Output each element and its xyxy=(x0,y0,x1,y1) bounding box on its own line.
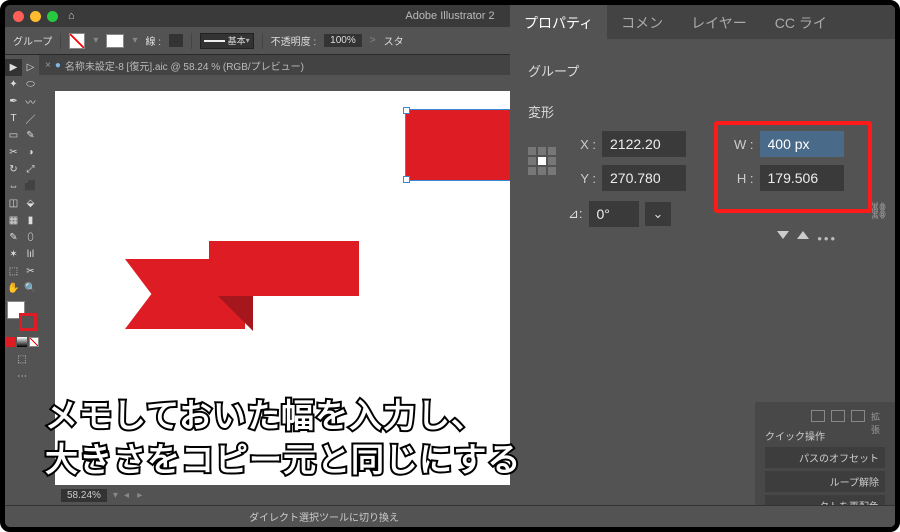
tool-panel: ▶▷ ✦⬭ ✒〰 T／ ▭✎ ✂◑ ↻⤢ ⇔⬛ ◫⬙ ▦▮ ✎⬯ ✶lıl ⬚✂… xyxy=(5,55,39,505)
maximize-window-button[interactable] xyxy=(47,11,58,22)
eyedropper-tool[interactable]: ✎ xyxy=(5,229,22,246)
line-tool[interactable]: ／ xyxy=(22,110,39,127)
status-hint: ダイレクト選択ツールに切り換え xyxy=(249,509,399,524)
pen-tool[interactable]: ✒ xyxy=(5,93,22,110)
magic-wand-tool[interactable]: ✦ xyxy=(5,76,22,93)
zoom-tool[interactable]: 🔍 xyxy=(22,280,39,297)
transform-section: X : W : Y : H : xyxy=(528,131,877,191)
ribbon-shape[interactable] xyxy=(125,241,355,331)
wh-highlight-annotation xyxy=(714,121,872,213)
gradient-tool[interactable]: ▮ xyxy=(22,212,39,229)
y-label: Y : xyxy=(574,171,596,186)
ruler-horizontal xyxy=(55,75,515,91)
scale-tool[interactable]: ⤢ xyxy=(22,161,39,178)
x-label: X : xyxy=(574,137,596,152)
mesh-tool[interactable]: ▦ xyxy=(5,212,22,229)
align-icon-3[interactable] xyxy=(851,410,865,422)
selection-type-label: グループ xyxy=(13,33,52,48)
reference-point-selector[interactable] xyxy=(528,147,556,175)
properties-dock: プロパティ コメン レイヤー CC ライ グループ 変形 X : W : Y :… xyxy=(510,5,895,527)
rotate-dropdown[interactable]: ⌄ xyxy=(645,202,672,226)
artboard-canvas[interactable] xyxy=(55,91,515,485)
stroke-color[interactable] xyxy=(19,313,37,331)
selection-type-heading: グループ xyxy=(528,61,877,80)
free-transform-tool[interactable]: ⬛ xyxy=(22,178,39,195)
screen-mode-button[interactable]: ⬚ xyxy=(14,351,31,368)
ruler-vertical xyxy=(39,75,55,505)
quick-actions-title: クイック操作 xyxy=(765,428,885,443)
expand-label: 拡張 xyxy=(871,410,885,422)
type-tool[interactable]: T xyxy=(5,110,22,127)
stroke-swatch[interactable] xyxy=(106,34,124,48)
tab-properties[interactable]: プロパティ xyxy=(510,5,607,39)
x-position-input[interactable] xyxy=(602,131,686,157)
rotate-tool[interactable]: ↻ xyxy=(5,161,22,178)
width-tool[interactable]: ⇔ xyxy=(5,178,22,195)
canvas-area: 58.24% ▾ ◂ ▸ xyxy=(39,75,515,505)
fill-swatch-none[interactable] xyxy=(69,33,85,49)
quick-action-ungroup[interactable]: ループ解除 xyxy=(765,471,885,492)
shaper-tool[interactable]: ✂ xyxy=(5,144,22,161)
paintbrush-tool[interactable]: ✎ xyxy=(22,127,39,144)
edit-toolbar-button[interactable]: ⋯ xyxy=(14,368,31,385)
status-bar: ダイレクト選択ツールに切り換え xyxy=(5,505,895,527)
shape-builder-tool[interactable]: ◫ xyxy=(5,195,22,212)
flip-horizontal-button[interactable] xyxy=(777,231,789,239)
curvature-tool[interactable]: 〰 xyxy=(22,93,39,110)
transform-heading: 変形 xyxy=(528,102,877,121)
tab-layers[interactable]: レイヤー xyxy=(677,5,761,39)
constrain-proportions-icon[interactable]: ⛓ xyxy=(869,201,889,221)
canvas-footer: 58.24% ▾ ◂ ▸ xyxy=(55,485,515,505)
transform-options-button[interactable]: ••• xyxy=(817,231,837,246)
align-icon[interactable] xyxy=(811,410,825,422)
stroke-label: 線 : xyxy=(145,33,161,48)
lasso-tool[interactable]: ⬭ xyxy=(22,76,39,93)
hand-tool[interactable]: ✋ xyxy=(5,280,22,297)
none-mode-swatch[interactable] xyxy=(29,337,39,347)
column-graph-tool[interactable]: lıl xyxy=(22,246,39,263)
flip-vertical-button[interactable] xyxy=(797,231,809,239)
app-window: ⌂ Adobe Illustrator 2 グループ ▾ ▾ 線 : 基本▾ 不… xyxy=(0,0,900,532)
direct-selection-tool[interactable]: ▷ xyxy=(22,59,39,76)
rotate-input[interactable] xyxy=(589,201,639,227)
rectangle-tool[interactable]: ▭ xyxy=(5,127,22,144)
artboard-tool[interactable]: ⬚ xyxy=(5,263,22,280)
eraser-tool[interactable]: ◑ xyxy=(22,144,39,161)
perspective-tool[interactable]: ⬙ xyxy=(22,195,39,212)
slice-tool[interactable]: ✂ xyxy=(22,263,39,280)
quick-action-offset-path[interactable]: パスのオフセット xyxy=(765,447,885,468)
stroke-weight-field[interactable] xyxy=(169,34,183,47)
selection-tool[interactable]: ▶ xyxy=(5,59,22,76)
opacity-label: 不透明度 : xyxy=(271,33,317,48)
selected-red-rectangle[interactable] xyxy=(405,109,515,181)
blend-tool[interactable]: ⬯ xyxy=(22,229,39,246)
app-title: Adobe Illustrator 2 xyxy=(405,10,494,22)
opacity-value[interactable]: 100% xyxy=(324,34,362,47)
fill-stroke-control[interactable] xyxy=(7,301,37,331)
stroke-profile-dropdown[interactable]: 基本▾ xyxy=(200,33,254,49)
style-label: スタ xyxy=(384,33,404,48)
zoom-level[interactable]: 58.24% xyxy=(61,489,107,502)
minimize-window-button[interactable] xyxy=(30,11,41,22)
align-icon-2[interactable] xyxy=(831,410,845,422)
tab-comments[interactable]: コメン xyxy=(607,5,677,39)
y-position-input[interactable] xyxy=(602,165,686,191)
color-mode-swatch[interactable] xyxy=(5,337,15,347)
home-icon[interactable]: ⌂ xyxy=(68,10,75,22)
gradient-mode-swatch[interactable] xyxy=(17,337,27,347)
tab-cc-libraries[interactable]: CC ライ xyxy=(761,5,841,39)
symbol-sprayer-tool[interactable]: ✶ xyxy=(5,246,22,263)
panel-tab-bar: プロパティ コメン レイヤー CC ライ xyxy=(510,5,895,39)
rotate-label: ⊿: xyxy=(568,206,583,222)
close-window-button[interactable] xyxy=(13,11,24,22)
